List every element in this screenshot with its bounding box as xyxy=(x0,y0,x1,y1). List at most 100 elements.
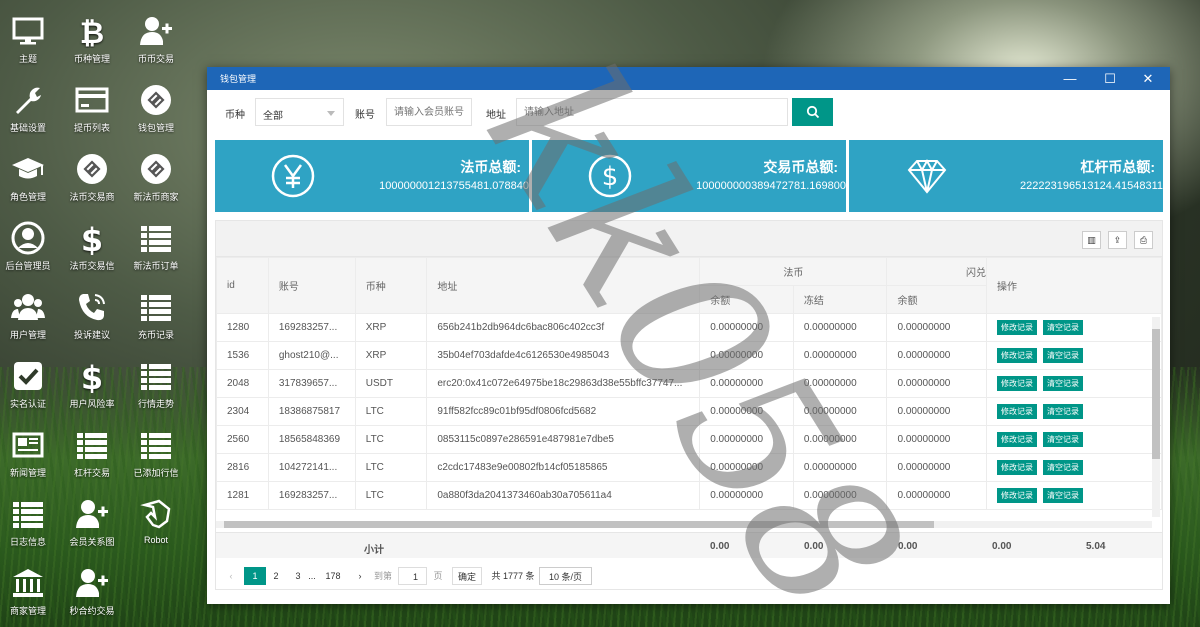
currency-select[interactable]: 全部 xyxy=(255,98,344,126)
desktop-icon[interactable]: 角色管理 xyxy=(0,152,60,203)
desktop-icon[interactable]: 法币交易商 xyxy=(60,152,124,203)
edit-record-button[interactable]: 修改记录 xyxy=(997,376,1038,391)
desktop-icon[interactable]: 日志信息 xyxy=(0,497,60,548)
clear-record-button[interactable]: 清空记录 xyxy=(1043,348,1084,363)
cell-bal: 0.00000000 xyxy=(699,481,794,510)
columns-filter-icon[interactable]: ▥ xyxy=(1082,231,1101,249)
col-frozen[interactable]: 冻结 xyxy=(792,285,888,314)
edit-record-button[interactable]: 修改记录 xyxy=(997,404,1038,419)
edit-record-button[interactable]: 修改记录 xyxy=(997,460,1038,475)
wallet-management-window: 钱包管理 — ☐ ✕ 币种 全部 账号 地址 法币总额: 10000000121… xyxy=(207,67,1170,604)
col-id[interactable]: id xyxy=(216,257,269,314)
desktop-icon[interactable]: ₿ 币种管理 xyxy=(60,14,124,65)
edit-record-button[interactable]: 修改记录 xyxy=(997,432,1038,447)
table-row[interactable]: 1281 169283257... LTC 0a880f3da2041373460ab… xyxy=(216,481,1162,510)
address-input[interactable] xyxy=(516,98,788,126)
desktop-icon[interactable]: 新闻管理 xyxy=(0,428,60,479)
dollar-icon: $ xyxy=(75,221,109,259)
stat-value: 222223196513124.41548311 xyxy=(1020,180,1163,192)
desktop-icon[interactable]: 主题 xyxy=(0,14,60,65)
desktop-icon-label: 提币列表 xyxy=(73,123,110,133)
horizontal-scrollbar[interactable] xyxy=(216,521,1152,528)
hand-pointer-icon xyxy=(139,497,173,531)
desktop-icon[interactable]: 行情走势 xyxy=(124,359,188,410)
desktop-icon-label: 投诉建议 xyxy=(73,330,110,340)
cell-frz: 0.00000000 xyxy=(792,481,888,510)
maximize-button[interactable]: ☐ xyxy=(1090,67,1130,90)
desktop-icon[interactable]: 已添加行信 xyxy=(124,428,188,479)
export-icon[interactable]: ⇪ xyxy=(1108,231,1127,249)
col-balance[interactable]: 余额 xyxy=(699,285,794,314)
desktop-icon[interactable]: 基础设置 xyxy=(0,83,60,134)
total-value: 0.00 xyxy=(898,541,918,552)
prev-page-button[interactable]: ‹ xyxy=(224,567,238,585)
clear-record-button[interactable]: 清空记录 xyxy=(1043,488,1084,503)
svg-text:$: $ xyxy=(602,162,619,192)
cell-id: 2560 xyxy=(216,425,269,454)
scrollbar-thumb[interactable] xyxy=(1152,329,1160,459)
cell-currency: LTC xyxy=(354,425,428,454)
link-circle-icon xyxy=(139,152,173,186)
edit-record-button[interactable]: 修改记录 xyxy=(997,348,1038,363)
desktop-icon[interactable]: $ 法币交易信 xyxy=(60,221,124,272)
next-page-button[interactable]: › xyxy=(353,567,367,585)
total-value: 0.00 xyxy=(804,541,824,552)
desktop-icon[interactable]: 后台管理员 xyxy=(0,221,60,272)
print-icon[interactable]: ⎙ xyxy=(1134,231,1153,249)
desktop-icon[interactable]: 币币交易 xyxy=(124,14,188,65)
scrollbar-thumb[interactable] xyxy=(224,521,934,528)
cell-bal: 0.00000000 xyxy=(699,313,794,342)
cell-address: erc20:0x41c072e64975be18c29863d38e55bffc… xyxy=(426,369,701,398)
desktop-icon-label: 主题 xyxy=(18,54,37,64)
desktop-icon[interactable]: 提币列表 xyxy=(60,83,124,134)
desktop-icon[interactable]: 充币记录 xyxy=(124,290,188,341)
window-titlebar[interactable]: 钱包管理 — ☐ ✕ xyxy=(207,67,1170,90)
col-account[interactable]: 账号 xyxy=(267,257,356,314)
desktop-icon[interactable]: Robot xyxy=(124,497,188,545)
account-input[interactable] xyxy=(386,98,472,126)
goto-page-input[interactable]: 1 xyxy=(398,567,427,585)
desktop-icon[interactable]: $ 用户风险率 xyxy=(60,359,124,410)
edit-record-button[interactable]: 修改记录 xyxy=(997,488,1038,503)
desktop-icon[interactable]: 杠杆交易 xyxy=(60,428,124,479)
col-address[interactable]: 地址 xyxy=(426,257,701,314)
table-row[interactable]: 2816 104272141... LTC c2cdc17483e9e00802fb1… xyxy=(216,453,1162,482)
cell-id: 1280 xyxy=(216,313,269,342)
close-button[interactable]: ✕ xyxy=(1128,67,1168,90)
diamond-icon xyxy=(907,158,947,194)
stat-value: 100000001213755481.078840 xyxy=(379,180,529,192)
desktop-icon[interactable]: 用户管理 xyxy=(0,290,60,341)
table-row[interactable]: 2048 317839657... USDT erc20:0x41c072e64975… xyxy=(216,369,1162,398)
wrench-icon xyxy=(11,83,45,117)
edit-record-button[interactable]: 修改记录 xyxy=(997,320,1038,335)
desktop-icon[interactable]: 会员关系图 xyxy=(60,497,124,548)
page-button[interactable]: 2 xyxy=(269,567,283,585)
table-row[interactable]: 2560 18565848369 LTC 0853115c0897e286591e48… xyxy=(216,425,1162,454)
clear-record-button[interactable]: 清空记录 xyxy=(1043,432,1084,447)
desktop-icon[interactable]: 钱包管理 xyxy=(124,83,188,134)
desktop-icon[interactable]: 商家管理 xyxy=(0,566,60,617)
clear-record-button[interactable]: 清空记录 xyxy=(1043,320,1084,335)
clear-record-button[interactable]: 清空记录 xyxy=(1043,404,1084,419)
page-size-select[interactable]: 10 条/页 xyxy=(539,567,592,585)
page-button[interactable]: 3 xyxy=(291,567,305,585)
desktop-icon[interactable]: 投诉建议 xyxy=(60,290,124,341)
col-balance-2[interactable]: 余额 xyxy=(886,285,988,314)
table-row[interactable]: 1536 ghost210@... XRP 35b04ef703dafde4c6126… xyxy=(216,341,1162,370)
vertical-scrollbar[interactable] xyxy=(1152,317,1160,517)
desktop-icon[interactable]: 新法币订单 xyxy=(124,221,188,272)
table-row[interactable]: 1280 169283257... XRP 656b241b2db964dc6bac8… xyxy=(216,313,1162,342)
confirm-page-button[interactable]: 确定 xyxy=(452,567,482,585)
col-currency[interactable]: 币种 xyxy=(354,257,428,314)
page-button-current[interactable]: 1 xyxy=(244,567,266,585)
desktop-icon[interactable]: 新法币商家 xyxy=(124,152,188,203)
desktop-icon[interactable]: 秒合约交易 xyxy=(60,566,124,617)
table-row[interactable]: 2304 18386875817 LTC 91ff582fcc89c01bf95df0… xyxy=(216,397,1162,426)
cell-address: 35b04ef703dafde4c6126530e4985043 xyxy=(426,341,701,370)
clear-record-button[interactable]: 清空记录 xyxy=(1043,376,1084,391)
clear-record-button[interactable]: 清空记录 xyxy=(1043,460,1084,475)
minimize-button[interactable]: — xyxy=(1050,67,1090,90)
desktop-icon[interactable]: 实名认证 xyxy=(0,359,60,410)
page-button[interactable]: 178 xyxy=(322,567,344,585)
search-button[interactable] xyxy=(792,98,833,126)
